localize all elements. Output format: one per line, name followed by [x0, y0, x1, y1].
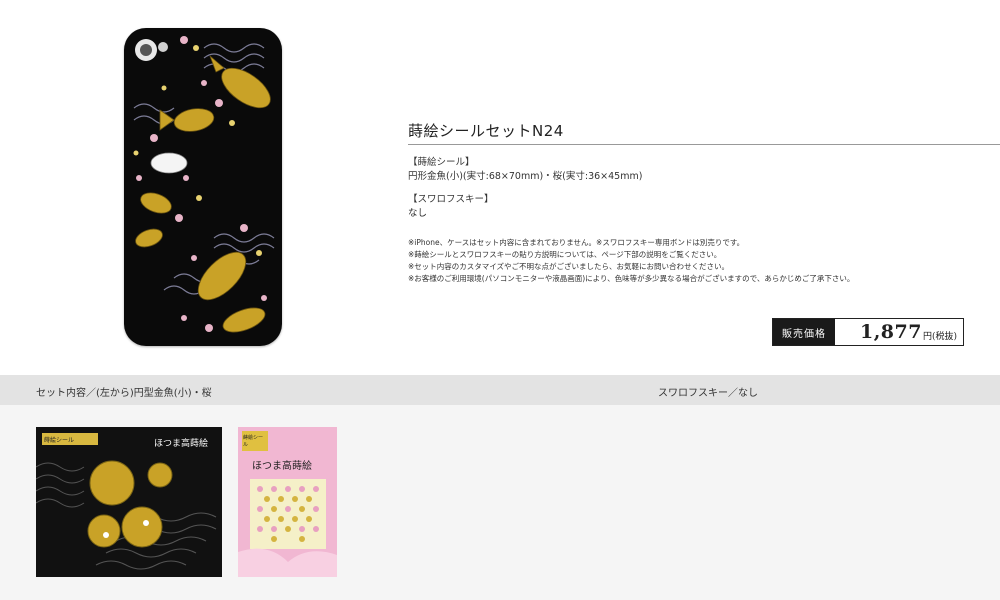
- goldfish-sticker-pack-image: 蒔絵シール ほつま高蒔絵: [36, 427, 222, 577]
- price-label: 販売価格: [773, 319, 835, 345]
- product-image-phone-case: [124, 28, 282, 346]
- set-contents-left-heading: セット内容／(左から)円型金魚(小)・桜: [36, 388, 212, 399]
- price-box: 販売価格 1,877 円(税抜): [772, 318, 964, 346]
- note-line: ※iPhone、ケースはセット内容に含まれておりません。※スワロフスキー専用ボン…: [408, 238, 745, 247]
- pack-brand: ほつま高蒔絵: [252, 461, 312, 472]
- price-unit: 円(税抜): [922, 331, 957, 342]
- pack-tag: 蒔絵シール: [243, 435, 264, 448]
- pack-tag: 蒔絵シール: [44, 437, 75, 444]
- spec-maki-e-sticker: 【蒔絵シール】 円形金魚(小)(実寸:68×70mm)・桜(実寸:36×45mm…: [408, 156, 642, 184]
- note-line: ※セット内容のカスタマイズやご不明な点がございましたら、お気軽にお問い合わせくだ…: [408, 262, 730, 271]
- product-title: 蒔絵シールセットN24: [408, 122, 564, 140]
- title-divider: [408, 144, 1000, 145]
- spec-swarovski: 【スワロフスキー】 なし: [408, 193, 494, 221]
- spec-heading: 【蒔絵シール】: [408, 157, 475, 168]
- spec-body: 円形金魚(小)(実寸:68×70mm)・桜(実寸:36×45mm): [408, 171, 643, 182]
- price-value-group: 1,877 円(税抜): [835, 319, 963, 345]
- sakura-sticker-pack-image: 蒔絵シール ほつま高蒔絵: [238, 427, 337, 577]
- note-line: ※お客様のご利用環境(パソコンモニターや液晶画面)により、色味等が多少異なる場合…: [408, 274, 855, 283]
- set-contents-right-heading: スワロフスキー／なし: [658, 388, 758, 399]
- spec-body: なし: [408, 208, 428, 219]
- set-contents-header: セット内容／(左から)円型金魚(小)・桜 スワロフスキー／なし: [0, 375, 1000, 405]
- pack-brand: ほつま高蒔絵: [154, 439, 209, 449]
- note-line: ※蒔絵シールとスワロフスキーの貼り方説明については、ページ下部の説明をご覧くださ…: [408, 250, 722, 259]
- price-value: 1,877: [859, 321, 922, 343]
- product-notes: ※iPhone、ケースはセット内容に含まれておりません。※スワロフスキー専用ボン…: [408, 237, 854, 285]
- spec-heading: 【スワロフスキー】: [408, 194, 494, 205]
